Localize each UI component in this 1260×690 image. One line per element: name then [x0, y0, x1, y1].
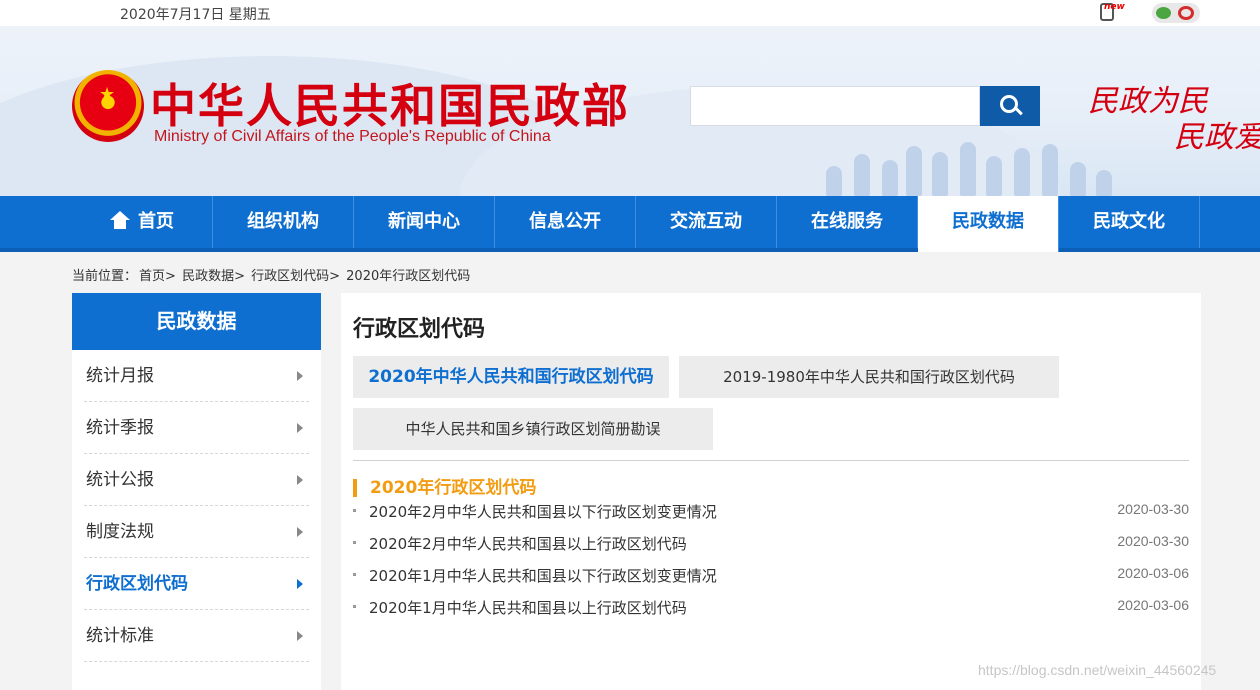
- search-input[interactable]: [690, 86, 980, 126]
- top-strip: 2020年7月17日 星期五 new: [0, 0, 1260, 26]
- sidebar-item-monthly[interactable]: 统计月报: [84, 350, 309, 402]
- watermark: https://blog.csdn.net/weixin_44560245: [978, 662, 1217, 678]
- wechat-icon[interactable]: [1156, 7, 1171, 19]
- site-title[interactable]: 中华人民共和国民政部: [150, 70, 630, 136]
- sidebar-item-standards[interactable]: 统计标准: [84, 610, 309, 662]
- article-title[interactable]: 2020年2月中华人民共和国县以上行政区划代码: [369, 533, 687, 554]
- nav-item-news[interactable]: 新闻中心: [354, 196, 495, 248]
- nav-item-information[interactable]: 信息公开: [495, 196, 636, 248]
- site-subtitle: Ministry of Civil Affairs of the People'…: [154, 128, 551, 145]
- national-emblem-icon: ★: [72, 70, 144, 142]
- chevron-right-icon: [297, 631, 303, 641]
- list-item[interactable]: 2020年2月中华人民共和国县以下行政区划变更情况 2020-03-30: [353, 500, 1189, 522]
- header-banner: ★ 中华人民共和国民政部 Ministry of Civil Affairs o…: [0, 26, 1260, 196]
- breadcrumb-item[interactable]: 民政数据>: [182, 269, 245, 284]
- tab-2019-1980-codes[interactable]: 2019-1980年中华人民共和国行政区划代码: [679, 356, 1059, 398]
- main-nav: 首页 组织机构 新闻中心 信息公开 交流互动 在线服务 民政数据 民政文化: [0, 196, 1260, 252]
- social-links: [1152, 3, 1200, 23]
- tab-township-errata[interactable]: 中华人民共和国乡镇行政区划简册勘误: [353, 408, 713, 450]
- article-date: 2020-03-06: [1117, 597, 1189, 613]
- sidebar-item-bulletin[interactable]: 统计公报: [84, 454, 309, 506]
- main-content: 行政区划代码 2020年中华人民共和国行政区划代码 2019-1980年中华人民…: [341, 293, 1201, 690]
- article-date: 2020-03-30: [1117, 533, 1189, 549]
- nav-item-organization[interactable]: 组织机构: [213, 196, 354, 248]
- nav-item-interaction[interactable]: 交流互动: [636, 196, 777, 248]
- home-icon: [110, 211, 130, 229]
- section-title: 2020年行政区划代码: [353, 479, 536, 497]
- breadcrumb-item[interactable]: 首页>: [139, 269, 176, 284]
- article-title[interactable]: 2020年2月中华人民共和国县以下行政区划变更情况: [369, 501, 717, 522]
- breadcrumb-item[interactable]: 2020年行政区划代码: [346, 269, 470, 284]
- search-box: [690, 86, 1040, 126]
- page-title: 行政区划代码: [353, 317, 486, 342]
- people-silhouette-decoration: [820, 138, 1120, 196]
- sidebar-item-quarterly[interactable]: 统计季报: [84, 402, 309, 454]
- list-item[interactable]: 2020年2月中华人民共和国县以上行政区划代码 2020-03-30: [353, 532, 1189, 554]
- divider: [353, 460, 1189, 461]
- slogan-line-2: 民政爱民: [1174, 120, 1260, 155]
- breadcrumb: 当前位置： 首页> 民政数据> 行政区划代码> 2020年行政区划代码: [72, 265, 472, 284]
- breadcrumb-item[interactable]: 行政区划代码>: [251, 269, 340, 284]
- article-title[interactable]: 2020年1月中华人民共和国县以下行政区划变更情况: [369, 565, 717, 586]
- breadcrumb-prefix: 当前位置：: [72, 269, 138, 284]
- list-item[interactable]: 2020年1月中华人民共和国县以上行政区划代码 2020-03-06: [353, 596, 1189, 618]
- article-date: 2020-03-30: [1117, 501, 1189, 517]
- nav-item-data[interactable]: 民政数据: [918, 196, 1059, 252]
- sidebar-item-division-codes[interactable]: 行政区划代码: [84, 558, 309, 610]
- search-button[interactable]: [980, 86, 1040, 126]
- tab-2020-codes[interactable]: 2020年中华人民共和国行政区划代码: [353, 356, 669, 398]
- sidebar-heading: 民政数据: [72, 293, 321, 350]
- chevron-right-icon: [297, 423, 303, 433]
- list-item[interactable]: 2020年1月中华人民共和国县以下行政区划变更情况 2020-03-06: [353, 564, 1189, 586]
- new-badge: new: [1104, 2, 1125, 12]
- chevron-right-icon: [297, 579, 303, 589]
- sidebar-item-regulations[interactable]: 制度法规: [84, 506, 309, 558]
- article-title[interactable]: 2020年1月中华人民共和国县以上行政区划代码: [369, 597, 687, 618]
- nav-item-home[interactable]: 首页: [72, 196, 213, 248]
- current-date: 2020年7月17日 星期五: [120, 7, 271, 23]
- nav-item-culture[interactable]: 民政文化: [1059, 196, 1200, 248]
- weibo-icon[interactable]: [1178, 6, 1194, 20]
- article-date: 2020-03-06: [1117, 565, 1189, 581]
- chevron-right-icon: [297, 475, 303, 485]
- chevron-right-icon: [297, 371, 303, 381]
- sidebar: 民政数据 统计月报 统计季报 统计公报 制度法规 行政区划代码 统计标准: [72, 293, 321, 690]
- nav-item-services[interactable]: 在线服务: [777, 196, 918, 248]
- chevron-right-icon: [297, 527, 303, 537]
